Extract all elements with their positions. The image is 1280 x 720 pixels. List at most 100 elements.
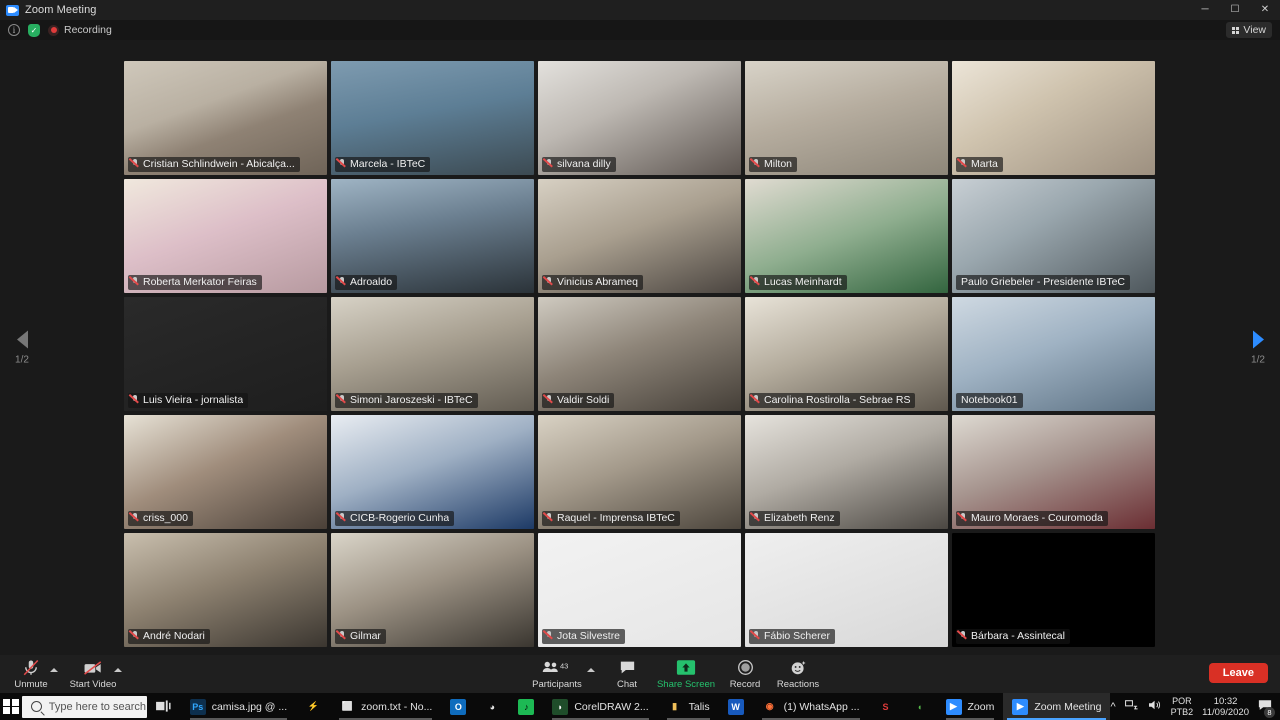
- participant-name: Bárbara - Assintecal: [971, 630, 1065, 642]
- search-input[interactable]: Type here to search: [21, 695, 147, 718]
- video-options-chevron-up-icon[interactable]: [114, 668, 122, 672]
- next-page-button[interactable]: 1/2: [1236, 330, 1280, 365]
- participant-tile[interactable]: Marcela - IBTeC: [331, 61, 534, 175]
- clock[interactable]: 10:32 11/09/2020: [1202, 696, 1249, 718]
- encryption-status-button[interactable]: ✓: [28, 23, 40, 37]
- participant-tile[interactable]: Roberta Merkator Feiras: [124, 179, 327, 293]
- tray-overflow-chevron-up-icon[interactable]: ^: [1110, 701, 1115, 713]
- page-indicator-right: 1/2: [1251, 354, 1265, 365]
- participant-tile[interactable]: Raquel - Imprensa IBTeC: [538, 415, 741, 529]
- participants-count-text: 43: [560, 661, 568, 670]
- participant-tile[interactable]: Bárbara - Assintecal: [952, 533, 1155, 647]
- taskbar-app[interactable]: ▶ Zoom Meeting: [1003, 693, 1111, 720]
- video-gallery: 1/2 Cristian Schlindwein - Abicalça... Ma…: [0, 40, 1280, 655]
- taskbar-app[interactable]: ⬜ zoom.txt - No...: [330, 693, 441, 720]
- microphone-muted-icon: [338, 513, 346, 524]
- participant-tile[interactable]: CICB-Rogerio Cunha: [331, 415, 534, 529]
- share-screen-button[interactable]: Share Screen: [654, 658, 718, 690]
- taskbar-app[interactable]: ▶ Zoom: [937, 693, 1004, 720]
- taskbar-app[interactable]: ▮ Talis: [658, 693, 719, 720]
- participant-tile[interactable]: criss_000: [124, 415, 327, 529]
- participant-tile[interactable]: Paulo Griebeler - Presidente IBTeC: [952, 179, 1155, 293]
- microphone-muted-icon: [131, 159, 139, 170]
- windows-start-icon[interactable]: [0, 693, 22, 720]
- microphone-muted-icon: [338, 277, 346, 288]
- taskbar-app[interactable]: ◕: [475, 693, 509, 720]
- close-button[interactable]: ✕: [1250, 0, 1280, 20]
- participant-tile[interactable]: Valdir Soldi: [538, 297, 741, 411]
- participant-name-badge: André Nodari: [128, 629, 210, 644]
- zoom-logo-icon: [6, 4, 19, 16]
- participant-name-badge: Bárbara - Assintecal: [956, 629, 1070, 644]
- volume-icon[interactable]: [1148, 699, 1162, 714]
- participant-tile[interactable]: Lucas Meinhardt: [745, 179, 948, 293]
- participant-name: Carolina Rostirolla - Sebrae RS: [764, 394, 911, 406]
- participant-tile[interactable]: André Nodari: [124, 533, 327, 647]
- microphone-muted-icon: [959, 631, 967, 642]
- participant-name: Luis Vieira - jornalista: [143, 394, 244, 406]
- unmute-button[interactable]: Unmute: [0, 658, 62, 690]
- participant-tile[interactable]: Jota Silvestre: [538, 533, 741, 647]
- participant-name-badge: Adroaldo: [335, 275, 398, 290]
- taskbar-app[interactable]: ♪: [509, 693, 543, 720]
- chat-label: Chat: [616, 679, 638, 690]
- microphone-muted-icon: [22, 658, 40, 677]
- keyboard-language-indicator[interactable]: POR PTB2: [1171, 696, 1194, 718]
- participant-name-badge: silvana dilly: [542, 157, 616, 172]
- participant-tile[interactable]: silvana dilly: [538, 61, 741, 175]
- previous-page-button[interactable]: 1/2: [0, 330, 44, 365]
- view-button[interactable]: View: [1226, 22, 1272, 38]
- leave-button[interactable]: Leave: [1208, 663, 1268, 683]
- participant-name-badge: Carolina Rostirolla - Sebrae RS: [749, 393, 916, 408]
- participant-name-badge: Mauro Moraes - Couromoda: [956, 511, 1108, 526]
- share-screen-icon: [676, 658, 696, 677]
- taskbar-app[interactable]: ⚡: [296, 693, 330, 720]
- taskbar-app[interactable]: Ps camisa.jpg @ ...: [181, 693, 296, 720]
- network-icon[interactable]: [1124, 699, 1139, 714]
- participant-tile[interactable]: Marta: [952, 61, 1155, 175]
- participant-tile[interactable]: Notebook01: [952, 297, 1155, 411]
- taskbar-app[interactable]: ◉ (1) WhatsApp ...: [753, 693, 869, 720]
- participant-tile[interactable]: Luis Vieira - jornalista: [124, 297, 327, 411]
- taskbar-app-label: Zoom Meeting: [1034, 700, 1102, 713]
- reactions-button[interactable]: Reactions: [767, 658, 829, 690]
- taskbar-app[interactable]: ◗ CorelDRAW 2...: [543, 693, 657, 720]
- participant-tile[interactable]: Vinicius Abrameq: [538, 179, 741, 293]
- taskbar-app[interactable]: W: [719, 693, 753, 720]
- participants-chevron-up-icon[interactable]: [587, 668, 595, 672]
- participant-tile[interactable]: Elizabeth Renz: [745, 415, 948, 529]
- meeting-info-button[interactable]: i: [8, 24, 20, 36]
- taskbar-app[interactable]: O: [441, 693, 475, 720]
- participant-tile[interactable]: Carolina Rostirolla - Sebrae RS: [745, 297, 948, 411]
- participant-tile[interactable]: Simoni Jaroszeski - IBTeC: [331, 297, 534, 411]
- maximize-button[interactable]: ☐: [1220, 0, 1250, 20]
- taskbar-app[interactable]: S: [869, 693, 903, 720]
- chat-button[interactable]: Chat: [596, 658, 658, 690]
- participant-tile[interactable]: Adroaldo: [331, 179, 534, 293]
- reactions-smiley-icon: [790, 658, 807, 677]
- microphone-muted-icon: [131, 513, 139, 524]
- participant-tile[interactable]: Gilmar: [331, 533, 534, 647]
- window-controls: ─ ☐ ✕: [1190, 0, 1280, 20]
- notifications-icon[interactable]: 8: [1258, 699, 1275, 718]
- participant-name: Gilmar: [350, 630, 381, 642]
- minimize-button[interactable]: ─: [1190, 0, 1220, 20]
- recording-indicator[interactable]: Recording: [48, 24, 112, 36]
- task-view-button[interactable]: [147, 693, 181, 720]
- participant-name: Lucas Meinhardt: [764, 276, 842, 288]
- participants-button[interactable]: 43 Participants: [526, 658, 588, 690]
- start-video-button[interactable]: Start Video: [62, 658, 124, 690]
- participant-tile[interactable]: Milton: [745, 61, 948, 175]
- participant-grid: Cristian Schlindwein - Abicalça... Marcel…: [124, 61, 1156, 652]
- microphone-muted-icon: [545, 277, 553, 288]
- share-screen-label: Share Screen: [656, 679, 716, 690]
- participant-tile[interactable]: Fábio Scherer: [745, 533, 948, 647]
- participant-tile[interactable]: Mauro Moraes - Couromoda: [952, 415, 1155, 529]
- unmute-label: Unmute: [14, 679, 48, 690]
- audio-options-chevron-up-icon[interactable]: [50, 668, 58, 672]
- firefox-icon: ◉: [765, 701, 774, 711]
- taskbar-app[interactable]: ◖: [903, 693, 937, 720]
- microphone-muted-icon: [545, 395, 553, 406]
- participant-tile[interactable]: Cristian Schlindwein - Abicalça...: [124, 61, 327, 175]
- reactions-label: Reactions: [776, 679, 820, 690]
